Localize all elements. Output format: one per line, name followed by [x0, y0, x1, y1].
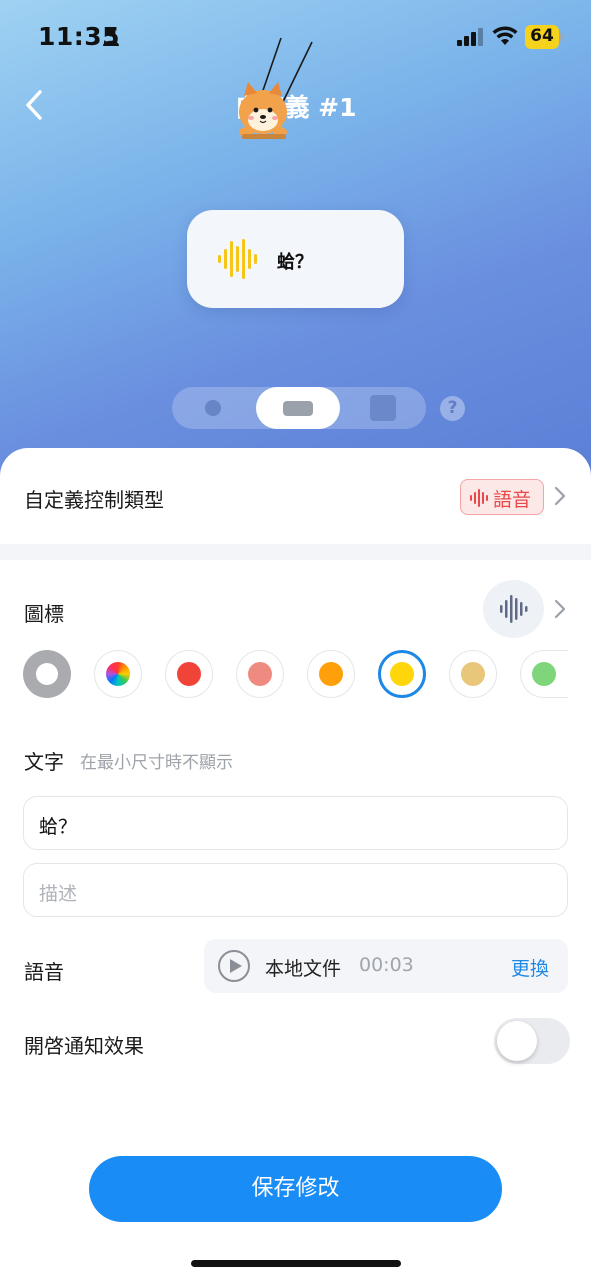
widget-preview-card: 蛤？ — [187, 210, 404, 308]
shiba-swing-mascot-icon — [239, 37, 313, 139]
size-large-option[interactable] — [370, 395, 396, 421]
back-arrow-icon[interactable] — [18, 86, 52, 124]
change-voice-button[interactable]: 更換 — [511, 954, 549, 981]
voice-file-box: 本地文件 00:03 更換 — [204, 939, 568, 993]
settings-sheet: 自定義控制類型 語音 圖標 文字 在最小尺寸時不顯示 蛤？ 描述 語音 本地文件… — [0, 448, 591, 1280]
color-swatch-red[interactable] — [165, 650, 213, 698]
text-input-value: 蛤？ — [39, 816, 78, 838]
chevron-right-icon — [554, 486, 566, 506]
description-placeholder: 描述 — [39, 883, 78, 905]
section-divider — [0, 544, 591, 560]
text-section-label: 文字 — [24, 750, 64, 774]
icon-section-label: 圖標 — [24, 602, 64, 626]
save-button[interactable]: 保存修改 — [89, 1156, 502, 1222]
size-medium-option[interactable] — [256, 387, 340, 429]
text-section-hint: 在最小尺寸時不顯示 — [80, 753, 233, 773]
hero-background: 11:35 64 自定義 #1 蛤？ ? — [0, 0, 591, 480]
description-input[interactable]: 描述 — [23, 863, 568, 917]
color-swatch-orange[interactable] — [307, 650, 355, 698]
voice-wave-icon — [500, 595, 528, 623]
person-icon — [103, 27, 119, 46]
wifi-icon — [492, 26, 518, 45]
chevron-right-icon[interactable] — [554, 599, 566, 619]
help-icon[interactable]: ? — [440, 396, 465, 421]
notification-label: 開啓通知效果 — [24, 1034, 144, 1058]
battery-indicator: 64 — [525, 25, 563, 49]
color-swatch-rainbow[interactable] — [94, 650, 142, 698]
color-swatch-green[interactable] — [520, 650, 568, 698]
toggle-knob — [497, 1021, 537, 1061]
color-swatch-salmon[interactable] — [236, 650, 284, 698]
icon-picker-button[interactable] — [483, 580, 544, 638]
size-small-option[interactable] — [205, 400, 221, 416]
control-type-label: 自定義控制類型 — [24, 488, 164, 512]
voice-wave-icon — [218, 239, 257, 279]
color-swatch-sand[interactable] — [449, 650, 497, 698]
text-input[interactable]: 蛤？ — [23, 796, 568, 850]
notification-toggle[interactable] — [494, 1018, 570, 1064]
color-swatch-yellow[interactable] — [378, 650, 426, 698]
voice-section-label: 語音 — [24, 960, 64, 984]
play-icon[interactable] — [218, 950, 250, 982]
control-type-value: 語音 — [493, 489, 532, 511]
color-swatch-gray[interactable] — [23, 650, 71, 698]
voice-duration: 00:03 — [359, 954, 414, 976]
preview-text: 蛤？ — [277, 252, 313, 273]
cellular-signal-icon — [457, 28, 483, 46]
control-type-row[interactable]: 自定義控制類型 語音 — [0, 448, 591, 544]
control-type-badge: 語音 — [460, 479, 544, 515]
voice-wave-icon — [470, 489, 488, 507]
battery-level: 64 — [530, 26, 554, 46]
home-indicator — [191, 1260, 401, 1267]
size-selector — [172, 387, 426, 429]
voice-source: 本地文件 — [265, 958, 342, 980]
